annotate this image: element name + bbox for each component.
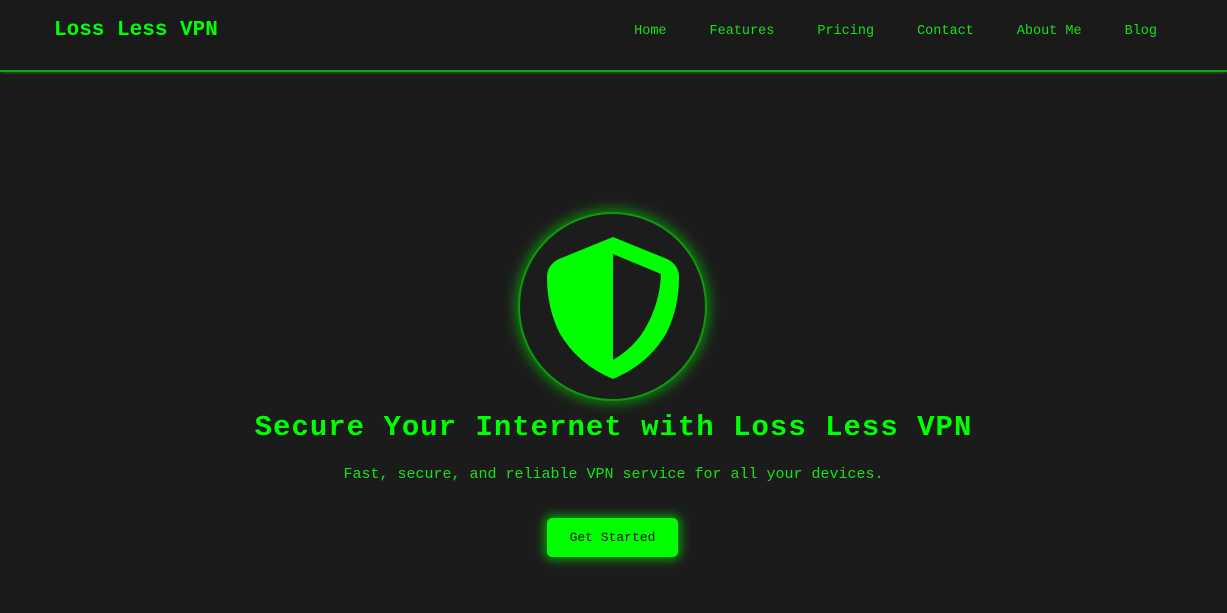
nav-link-features[interactable]: Features: [710, 24, 775, 39]
shield-badge: [518, 212, 707, 401]
top-navbar: Loss Less VPN Home Features Pricing Cont…: [0, 0, 1227, 72]
nav-link-pricing[interactable]: Pricing: [817, 24, 874, 39]
nav-link-contact[interactable]: Contact: [917, 24, 974, 39]
get-started-button[interactable]: Get Started: [547, 518, 678, 557]
nav-link-about-me[interactable]: About Me: [1017, 24, 1082, 39]
shield-icon: [547, 237, 679, 379]
nav-link-blog[interactable]: Blog: [1125, 24, 1157, 39]
nav-menu: Home Features Pricing Contact About Me B…: [591, 24, 1157, 39]
hero-title: Secure Your Internet with Loss Less VPN: [254, 411, 973, 444]
nav-link-home[interactable]: Home: [634, 24, 666, 39]
brand-logo[interactable]: Loss Less VPN: [54, 19, 218, 42]
hero-subtitle: Fast, secure, and reliable VPN service f…: [343, 466, 884, 483]
hero-section: Secure Your Internet with Loss Less VPN …: [0, 74, 1227, 613]
